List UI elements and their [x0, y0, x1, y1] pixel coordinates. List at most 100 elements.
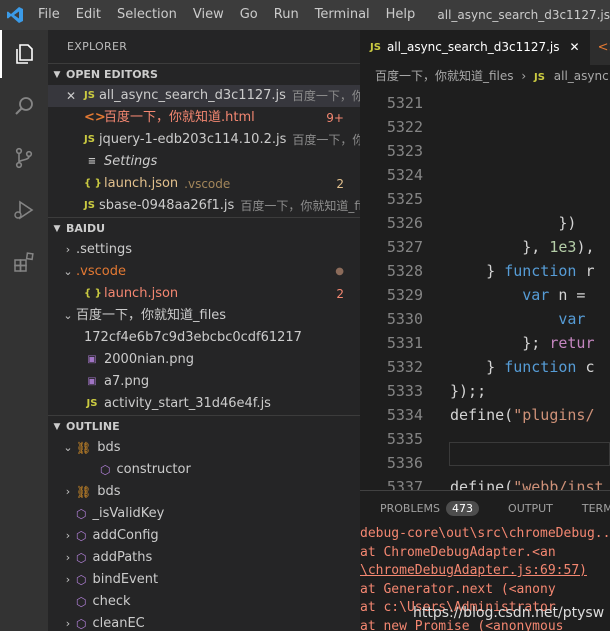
close-icon[interactable]: ✕: [66, 85, 76, 107]
line-number: 5324: [386, 166, 423, 184]
menu-run[interactable]: Run: [266, 0, 307, 30]
chevron-right-icon: ›: [521, 69, 527, 83]
open-editor-item[interactable]: ✕ JSall_async_search_d3c1127.js 百度一下，你就...: [48, 85, 360, 107]
tree-item[interactable]: 172cf4e6b7c9d3ebcbc0cdf61217: [48, 327, 360, 349]
line-number: 5329: [386, 286, 423, 304]
chevron-down-icon: ▼: [53, 69, 61, 80]
folder-header[interactable]: ▼ BAIDU: [48, 217, 360, 239]
chevron-right-icon: ›: [65, 243, 71, 256]
tab-output[interactable]: OUTPUT: [488, 502, 562, 515]
class-symbol-icon: ⛓: [76, 441, 92, 455]
tab-terminal[interactable]: TERMINAL: [562, 502, 610, 515]
menu-terminal[interactable]: Terminal: [307, 0, 378, 30]
tree-item[interactable]: ▣ a7.png: [48, 371, 360, 393]
code-line: 5326 }): [360, 211, 610, 235]
code-line: 5327 }, 1e3),: [360, 235, 610, 259]
line-number: 5336: [386, 454, 423, 472]
method-cube-icon: ⬡: [76, 573, 87, 587]
run-debug-icon[interactable]: [0, 186, 48, 234]
code-line: 5324: [360, 163, 610, 187]
menu-selection[interactable]: Selection: [109, 0, 185, 30]
open-editor-item[interactable]: JSsbase-0948aa26f1.js 百度一下，你就知道_files: [48, 195, 360, 217]
tab-problems[interactable]: PROBLEMS 473: [360, 500, 488, 516]
tree-item[interactable]: ⌄ 百度一下，你就知道_files: [48, 305, 360, 327]
code-token: });;: [450, 382, 487, 400]
outline-item[interactable]: ⌄ ⛓ bds: [48, 437, 360, 459]
outline-item[interactable]: › ⬡ cleanEC: [48, 613, 360, 631]
search-icon[interactable]: [0, 82, 48, 130]
code-editor[interactable]: 5321 5322 5323 5324 5325 5326 }) 5327 }, 1e3),…: [360, 87, 610, 502]
code-line: 5329 var n =: [360, 283, 610, 307]
tree-item-label: a7.png: [104, 374, 150, 389]
tree-item[interactable]: › .settings: [48, 239, 360, 261]
js-file-icon: JS: [370, 42, 381, 53]
open-editor-item[interactable]: ≡ Settings: [48, 151, 360, 173]
title-bar: File Edit Selection View Go Run Terminal Help a…: [0, 0, 610, 30]
chevron-right-icon: ›: [65, 551, 71, 564]
js-file-icon: JS: [84, 134, 95, 145]
menu-edit[interactable]: Edit: [68, 0, 109, 30]
file-name: all_async_search_d3c1127.js: [98, 88, 286, 103]
menu-file[interactable]: File: [30, 0, 68, 30]
outline-item[interactable]: › ⬡ bindEvent: [48, 569, 360, 591]
code-line: 5322: [360, 115, 610, 139]
outline-item-label: check: [92, 594, 131, 609]
open-editor-item[interactable]: { } launch.json .vscode 2: [48, 173, 360, 195]
outline-header[interactable]: ▼ OUTLINE: [48, 415, 360, 437]
tree-item[interactable]: JS activity_start_31d46e4f.js: [48, 393, 360, 415]
tab-active-file[interactable]: JS all_async_search_d3c1127.js ✕: [360, 30, 590, 65]
breadcrumb-folder[interactable]: 百度一下，你就知道_files: [375, 69, 514, 83]
line-number: 5328: [386, 262, 423, 280]
code-text: });;: [450, 379, 486, 403]
explorer-icon[interactable]: [0, 30, 48, 78]
js-file-icon: JS: [84, 200, 95, 211]
outline-item[interactable]: › ⬡ addPaths: [48, 547, 360, 569]
open-editors-header[interactable]: ▼ OPEN EDITORS: [48, 63, 360, 85]
problems-count-badge: 473: [446, 500, 480, 516]
code-token: }): [450, 214, 577, 232]
tree-item[interactable]: { } launch.json 2: [48, 283, 360, 305]
menu-view[interactable]: View: [185, 0, 232, 30]
code-token: r: [576, 262, 595, 280]
code-token: },: [450, 238, 550, 256]
line-number: 5323: [386, 142, 423, 160]
code-token: function: [504, 358, 577, 376]
outline-item[interactable]: ⬡ constructor: [48, 459, 360, 481]
outline-item-label: constructor: [116, 462, 191, 477]
line-number: 5325: [386, 190, 423, 208]
code-line: 5331 }; retur: [360, 331, 610, 355]
method-cube-icon: ⬡: [76, 617, 87, 631]
source-control-icon[interactable]: [0, 134, 48, 182]
tree-item-label: 百度一下，你就知道_files: [76, 308, 227, 323]
file-path-description: .vscode: [184, 177, 231, 191]
outline-item-label: bds: [97, 484, 121, 499]
file-path-description: 百度一下，你...: [292, 133, 360, 147]
outline-item[interactable]: ⬡ check: [48, 591, 360, 613]
watermark-text: https://blog.csdn.net/ptysw: [413, 605, 605, 621]
chevron-down-icon: ⌄: [63, 441, 73, 454]
menu-help[interactable]: Help: [378, 0, 424, 30]
file-name: launch.json: [104, 176, 179, 191]
method-cube-icon: ⬡: [76, 507, 87, 521]
outline-item[interactable]: ⬡ _isValidKey: [48, 503, 360, 525]
menu-go[interactable]: Go: [232, 0, 266, 30]
open-editor-item[interactable]: JSjquery-1-edb203c114.10.2.js 百度一下，你...: [48, 129, 360, 151]
tree-item-label: activity_start_31d46e4f.js: [104, 396, 271, 411]
close-icon[interactable]: ✕: [570, 30, 580, 65]
line-number: 5335: [386, 430, 423, 448]
tree-item[interactable]: ⌄ .vscode ●: [48, 261, 360, 283]
folder-tree: › .settings ⌄ .vscode ●{ } launch.json 2 ⌄ 百度一下，…: [48, 239, 360, 415]
extensions-icon[interactable]: [0, 238, 48, 286]
outline-item[interactable]: › ⬡ addConfig: [48, 525, 360, 547]
json-file-icon: { }: [84, 178, 102, 189]
breadcrumb-file[interactable]: all_async: [554, 69, 609, 83]
code-token: }: [450, 262, 505, 280]
sidebar-title: EXPLORER: [67, 40, 128, 53]
tab-html-file[interactable]: <>: [589, 30, 610, 65]
open-editor-item[interactable]: <> 百度一下，你就知道.html 9+: [48, 107, 360, 129]
line-number: 5322: [386, 118, 423, 136]
outline-item[interactable]: › ⛓ bds: [48, 481, 360, 503]
method-cube-icon: ⬡: [76, 529, 87, 543]
tree-item[interactable]: ▣ 2000nian.png: [48, 349, 360, 371]
code-line: 5330 var: [360, 307, 610, 331]
